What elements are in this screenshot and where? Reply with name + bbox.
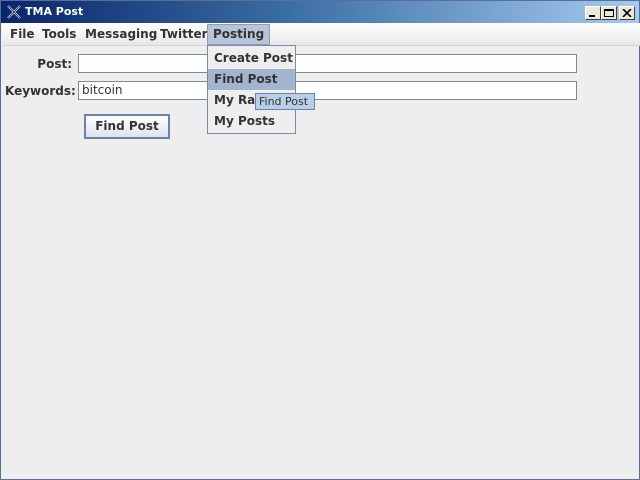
- main-window: TMA Post File Tools Messaging Twitter Po…: [0, 0, 640, 480]
- find-post-tooltip: Find Post: [255, 93, 315, 110]
- window-title: TMA Post: [25, 5, 84, 18]
- keywords-label: Keywords:: [5, 84, 76, 98]
- minimize-button[interactable]: [585, 6, 601, 20]
- menu-tools[interactable]: Tools: [37, 24, 81, 45]
- minimize-icon: [589, 15, 595, 17]
- menu-bar: File Tools Messaging Twitter Posting: [2, 23, 640, 46]
- find-post-button[interactable]: Find Post: [84, 114, 170, 139]
- menu-messaging[interactable]: Messaging: [80, 24, 162, 45]
- post-label: Post:: [37, 57, 72, 71]
- menu-twitter[interactable]: Twitter: [155, 24, 213, 45]
- close-button[interactable]: [619, 6, 635, 20]
- java-x-icon: [6, 4, 22, 20]
- menu-posting[interactable]: Posting: [207, 24, 271, 45]
- maximize-button[interactable]: [601, 6, 617, 20]
- post-input[interactable]: [78, 54, 577, 73]
- close-icon: [622, 9, 632, 17]
- menu-item-find-post[interactable]: Find Post: [208, 69, 295, 90]
- menu-item-my-posts[interactable]: My Posts: [208, 111, 295, 132]
- menu-item-create-post[interactable]: Create Post: [208, 48, 295, 69]
- title-bar[interactable]: TMA Post: [1, 1, 639, 23]
- menu-file[interactable]: File: [5, 24, 40, 45]
- posting-dropdown-menu: Create Post Find Post My Ratings My Post…: [207, 45, 296, 134]
- keywords-input[interactable]: bitcoin: [78, 81, 577, 100]
- maximize-icon: [604, 9, 614, 17]
